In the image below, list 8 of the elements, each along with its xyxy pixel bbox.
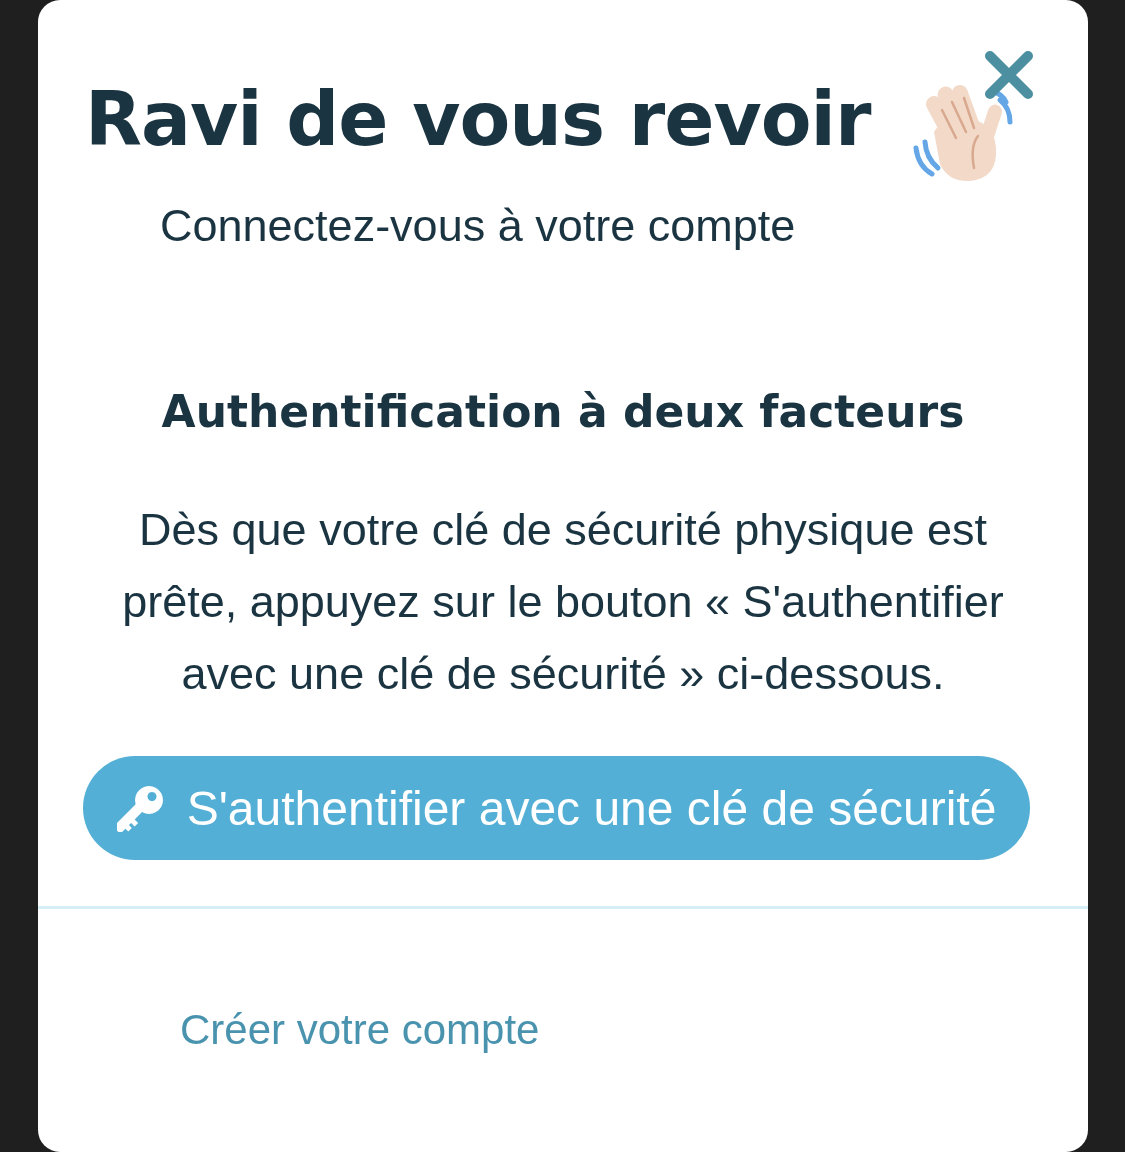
dialog-subtitle: Connectez-vous à votre compte — [160, 200, 796, 252]
create-account-link[interactable]: Créer votre compte — [180, 1005, 540, 1055]
security-key-button[interactable]: S'authentifier avec une clé de sécurité — [83, 756, 1030, 860]
close-icon[interactable] — [984, 50, 1034, 100]
section-heading: Authentification à deux facteurs — [161, 385, 965, 439]
instructions-text: Dès que votre clé de sécurité physique est prête, appuyez sur le bouton « S'authentifier avec une clé de sécurité » ci-dessous. — [121, 503, 1005, 701]
key-icon — [116, 784, 165, 832]
dialog-title: Ravi de vous revoir — [85, 75, 871, 164]
